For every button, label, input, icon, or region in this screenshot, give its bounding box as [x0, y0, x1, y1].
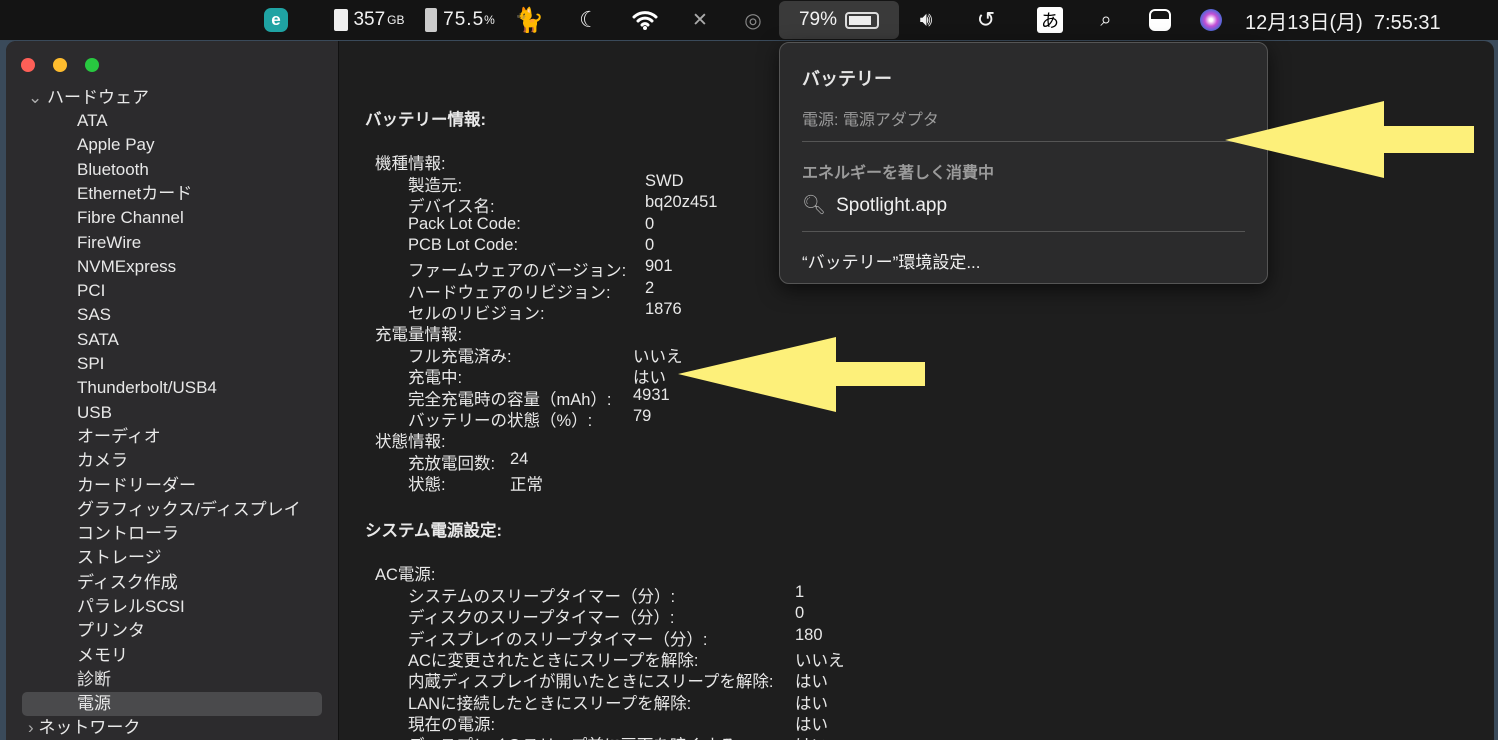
arrow-annotation: [678, 337, 925, 412]
arrow-annotation: [1225, 101, 1474, 178]
annotation-arrows: [678, 101, 1474, 412]
